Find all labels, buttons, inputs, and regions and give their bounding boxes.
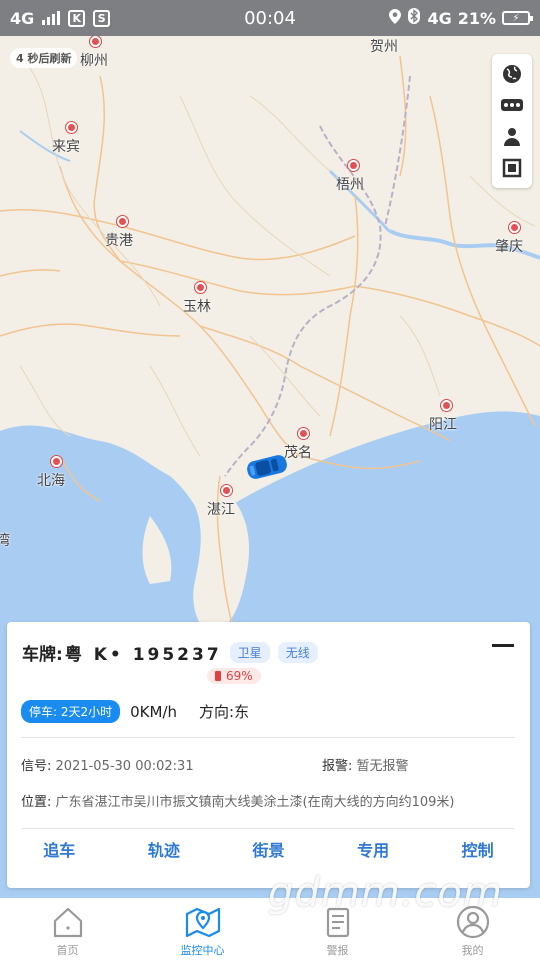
location-pin-icon (298, 428, 309, 439)
location-pin-icon (51, 456, 62, 467)
street-view-button[interactable]: 街景 (216, 836, 321, 866)
bluetooth-icon (407, 8, 421, 28)
battery-icon: ⚡ (502, 11, 533, 25)
location-pin-icon (348, 160, 359, 171)
status-bar: 4G K S 00:04 4G 21% ⚡ (0, 0, 540, 36)
plate-label: 车牌: (22, 645, 63, 665)
location-pin-icon (117, 216, 128, 227)
speed-value: 0KM/h (130, 702, 178, 721)
alarm-row: 报警: 暂无报警 (322, 755, 409, 774)
alarm-value: 暂无报警 (356, 759, 409, 774)
plate-number: 粤 K• 195237 (64, 645, 222, 665)
city-label: 湾 (0, 533, 10, 549)
wireless-tag: 无线 (277, 642, 318, 663)
city-label: 来宾 (52, 139, 80, 155)
network-type: 4G (10, 8, 35, 28)
map-toolbar (492, 54, 532, 188)
signal-row: 信号: 2021-05-30 00:02:31 (21, 755, 194, 774)
tab-mine[interactable]: 我的 (405, 898, 540, 960)
city-label: 北海 (37, 473, 65, 489)
person-icon[interactable] (498, 123, 526, 151)
city-label: 贺州 (370, 39, 398, 55)
parking-status-badge: 停车: 2天2小时 (21, 700, 121, 723)
tab-label: 监控中心 (180, 944, 225, 957)
tab-label: 我的 (461, 944, 484, 957)
signal-time: 2021-05-30 00:02:31 (55, 759, 194, 774)
city-label: 肇庆 (495, 239, 523, 255)
location-pin-icon (195, 282, 206, 293)
control-button[interactable]: 控制 (425, 836, 530, 866)
battery-level: 69% (226, 669, 253, 683)
satellite-tag: 卫星 (229, 642, 270, 663)
battery-percent: 21% (457, 8, 496, 28)
alarm-label: 报警: (322, 759, 353, 774)
chase-button[interactable]: 追车 (7, 836, 112, 866)
frame-icon[interactable] (498, 154, 526, 182)
direction-label: 方向: (199, 703, 235, 721)
tab-alarm[interactable]: 警报 (270, 898, 405, 960)
location-pin-icon (66, 122, 77, 133)
location-icon (389, 8, 402, 28)
user-icon (456, 905, 489, 939)
tab-monitor[interactable]: 监控中心 (135, 898, 270, 960)
city-label: 梧州 (336, 177, 364, 193)
k-app-icon: K (68, 9, 86, 27)
city-label: 玉林 (183, 299, 211, 315)
home-icon (53, 907, 82, 938)
divider (21, 828, 515, 829)
city-label: 茂名 (284, 445, 312, 461)
s-app-icon: S (93, 9, 111, 27)
location-address: 广东省湛江市吴川市振文镇南大线美涂土漆(在南大线的方向约109米) (55, 795, 455, 810)
city-label: 阳江 (429, 417, 457, 433)
vehicle-info-card: 车牌: 粤 K• 195237 卫星 无线 69% 停车: 2天2小时 0KM/… (7, 622, 530, 888)
tab-label: 首页 (56, 944, 79, 957)
location-row: 位置: 广东省湛江市吴川市振文镇南大线美涂土漆(在南大线的方向约109米) (21, 791, 455, 810)
city-label: 湛江 (207, 502, 235, 518)
bottom-tab-bar: 首页 监控中心 警报 我的 (0, 898, 540, 960)
special-button[interactable]: 专用 (321, 836, 426, 866)
signal-strength-icon (42, 11, 61, 25)
mobile-data-label: 4G (427, 8, 452, 28)
location-label: 位置: (21, 795, 52, 810)
refresh-countdown: 4 秒后刷新 (10, 48, 78, 68)
location-pin-icon (221, 485, 232, 496)
track-button[interactable]: 轨迹 (112, 836, 217, 866)
location-pin-icon (441, 400, 452, 411)
map-pin-icon (185, 907, 220, 938)
battery-badge: 69% (207, 668, 261, 684)
tab-label: 警报 (326, 944, 349, 957)
signal-label: 信号: (21, 759, 52, 774)
minimize-button[interactable] (492, 644, 514, 647)
action-bar: 追车 轨迹 街景 专用 控制 (7, 836, 530, 866)
traffic-icon[interactable] (498, 91, 526, 119)
document-icon (326, 907, 349, 938)
divider (21, 737, 515, 738)
city-label: 贵港 (105, 233, 133, 249)
globe-icon[interactable] (498, 60, 526, 88)
location-pin-icon (509, 222, 520, 233)
city-label: 柳州 (80, 53, 108, 69)
direction-value: 东 (234, 703, 250, 721)
tab-home[interactable]: 首页 (0, 898, 135, 960)
location-pin-icon (90, 36, 101, 47)
battery-icon (215, 671, 221, 681)
